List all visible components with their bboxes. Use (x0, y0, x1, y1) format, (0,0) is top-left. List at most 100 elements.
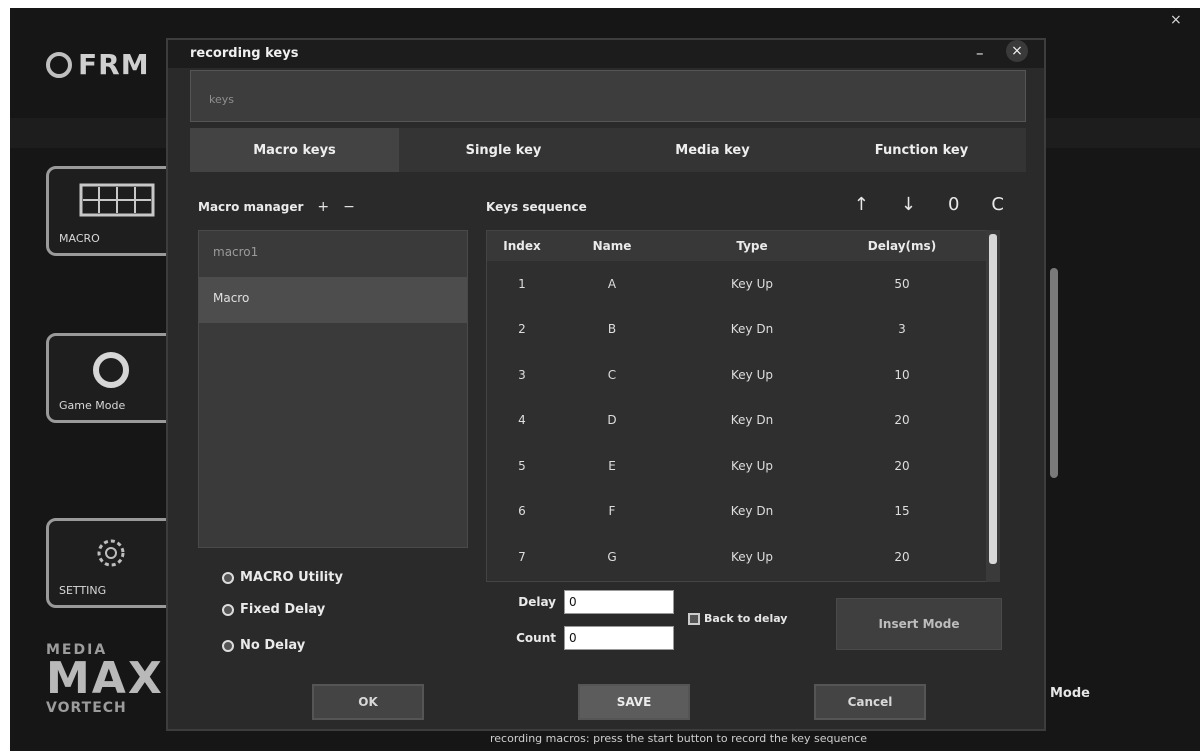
cell-delay: 20 (894, 413, 910, 428)
background-scrollbar[interactable] (1050, 268, 1058, 478)
sequence-table-body: 1 A Key Up 50 2 B Key Dn 3 3 C Key Up 10 4 D Key Dn 20 5… (487, 261, 995, 580)
count-input[interactable] (564, 626, 674, 650)
close-icon[interactable]: × (1006, 40, 1028, 62)
move-down-icon[interactable]: ↓ (901, 194, 916, 215)
table-row[interactable]: 6 F Key Dn 15 (487, 489, 995, 535)
gear-icon (97, 539, 125, 567)
recording-keys-dialog: recording keys – × keys Macro keys Singl… (166, 38, 1046, 731)
checkbox-icon[interactable] (688, 612, 700, 625)
table-row[interactable]: 4 D Key Dn 20 (487, 398, 995, 444)
logo-ring-icon (46, 51, 72, 78)
delay-label: Delay (518, 595, 556, 609)
save-button[interactable]: SAVE (578, 684, 690, 720)
move-up-icon[interactable]: ↑ (854, 194, 869, 215)
cell-delay: 20 (894, 549, 910, 564)
cell-delay: 20 (894, 458, 910, 473)
radio-icon[interactable] (222, 603, 234, 616)
table-row[interactable]: 2 B Key Dn 3 (487, 307, 995, 353)
side-card-label: MACRO (59, 232, 100, 245)
cell-index: 5 (518, 458, 526, 473)
key-type-tabs: Macro keys Single key Media key Function… (190, 128, 1026, 172)
header-band-text: keys (209, 93, 234, 106)
tab-single-key[interactable]: Single key (399, 128, 608, 172)
record-icon[interactable]: 0 (948, 194, 959, 215)
cell-name: D (607, 413, 617, 428)
cell-type: Key Up (731, 276, 773, 291)
sequence-table-header: Index Name Type Delay(ms) (487, 231, 995, 261)
table-row[interactable]: 7 G Key Up 20 (487, 534, 995, 580)
sequence-toolbar: ↑ ↓ 0 C (854, 194, 1004, 215)
table-row[interactable]: 1 A Key Up 50 (487, 261, 995, 307)
insert-mode-button[interactable]: Insert Mode (836, 598, 1002, 650)
cell-index: 1 (518, 276, 526, 291)
background-mode-text: Mode (1050, 686, 1090, 701)
sequence-table: Index Name Type Delay(ms) 1 A Key Up 50 2 B Ke… (486, 230, 996, 582)
cell-name: A (607, 276, 617, 291)
macro-manager-label: Macro manager (198, 200, 304, 214)
cell-name: E (608, 458, 616, 473)
cell-index: 3 (518, 367, 526, 382)
side-card-macro[interactable]: MACRO (46, 166, 186, 256)
side-card-label: Game Mode (59, 399, 126, 412)
cell-delay: 3 (898, 322, 906, 337)
clear-icon[interactable]: C (991, 194, 1004, 215)
scrollbar-thumb[interactable] (989, 234, 997, 564)
minimize-icon[interactable]: – (976, 44, 984, 62)
cell-name: C (607, 367, 617, 382)
cell-index: 6 (518, 504, 526, 519)
mode-option-label: MACRO Utility (240, 570, 343, 585)
cell-index: 2 (518, 322, 526, 337)
count-field-row: Count (486, 626, 674, 650)
column-header-delay: Delay(ms) (867, 239, 937, 253)
cell-index: 7 (518, 549, 526, 564)
tab-function-key[interactable]: Function key (817, 128, 1026, 172)
column-header-type: Type (736, 239, 768, 253)
sequence-header: Keys sequence ↑ ↓ 0 C (486, 192, 1004, 222)
cell-type: Key Up (731, 458, 773, 473)
cell-type: Key Dn (730, 322, 774, 337)
cell-name: B (607, 322, 617, 337)
column-header-name: Name (592, 239, 632, 253)
tab-macro-keys[interactable]: Macro keys (190, 128, 399, 172)
cell-type: Key Up (731, 367, 773, 382)
table-row[interactable]: 5 E Key Up 20 (487, 443, 995, 489)
cell-delay: 10 (894, 367, 910, 382)
keyboard-icon (79, 183, 155, 217)
count-label: Count (516, 631, 556, 645)
cell-type: Key Up (731, 549, 773, 564)
radio-icon[interactable] (222, 571, 234, 584)
table-row[interactable]: 3 C Key Up 10 (487, 352, 995, 398)
sequence-label: Keys sequence (486, 200, 587, 214)
app-close-icon[interactable]: × (1170, 12, 1182, 28)
mode-option-label: Fixed Delay (240, 602, 326, 617)
mode-option-macro-utility[interactable]: MACRO Utility (222, 570, 343, 585)
ok-button[interactable]: OK (312, 684, 424, 720)
cell-delay: 15 (894, 504, 910, 519)
delay-field-row: Delay (486, 590, 674, 614)
cancel-button[interactable]: Cancel (814, 684, 926, 720)
mode-option-label: No Delay (240, 638, 306, 653)
column-header-index: Index (503, 239, 541, 253)
remove-macro-icon[interactable]: − (343, 199, 355, 215)
tab-media-key[interactable]: Media key (608, 128, 817, 172)
delay-input[interactable] (564, 590, 674, 614)
app-logo: FRM (46, 48, 150, 81)
mode-option-no-delay[interactable]: No Delay (222, 638, 305, 653)
cell-type: Key Dn (730, 504, 774, 519)
logo-text: FRM (78, 48, 150, 81)
dialog-titlebar: recording keys – × (168, 40, 1044, 68)
cell-index: 4 (518, 413, 526, 428)
back-to-delay-option[interactable]: Back to delay (688, 612, 787, 625)
sequence-scrollbar[interactable] (986, 230, 1000, 582)
cell-delay: 50 (894, 276, 910, 291)
list-item[interactable]: macro1 (199, 231, 467, 277)
list-item[interactable]: Macro (199, 277, 467, 323)
side-card-setting[interactable]: SETTING (46, 518, 186, 608)
mode-option-fixed-delay[interactable]: Fixed Delay (222, 602, 325, 617)
radio-icon[interactable] (222, 639, 234, 652)
macro-list[interactable]: macro1 Macro (198, 230, 468, 548)
side-card-game-mode[interactable]: Game Mode (46, 333, 186, 423)
ring-icon (93, 352, 129, 388)
cell-type: Key Dn (730, 413, 774, 428)
add-macro-icon[interactable]: + (317, 199, 329, 215)
